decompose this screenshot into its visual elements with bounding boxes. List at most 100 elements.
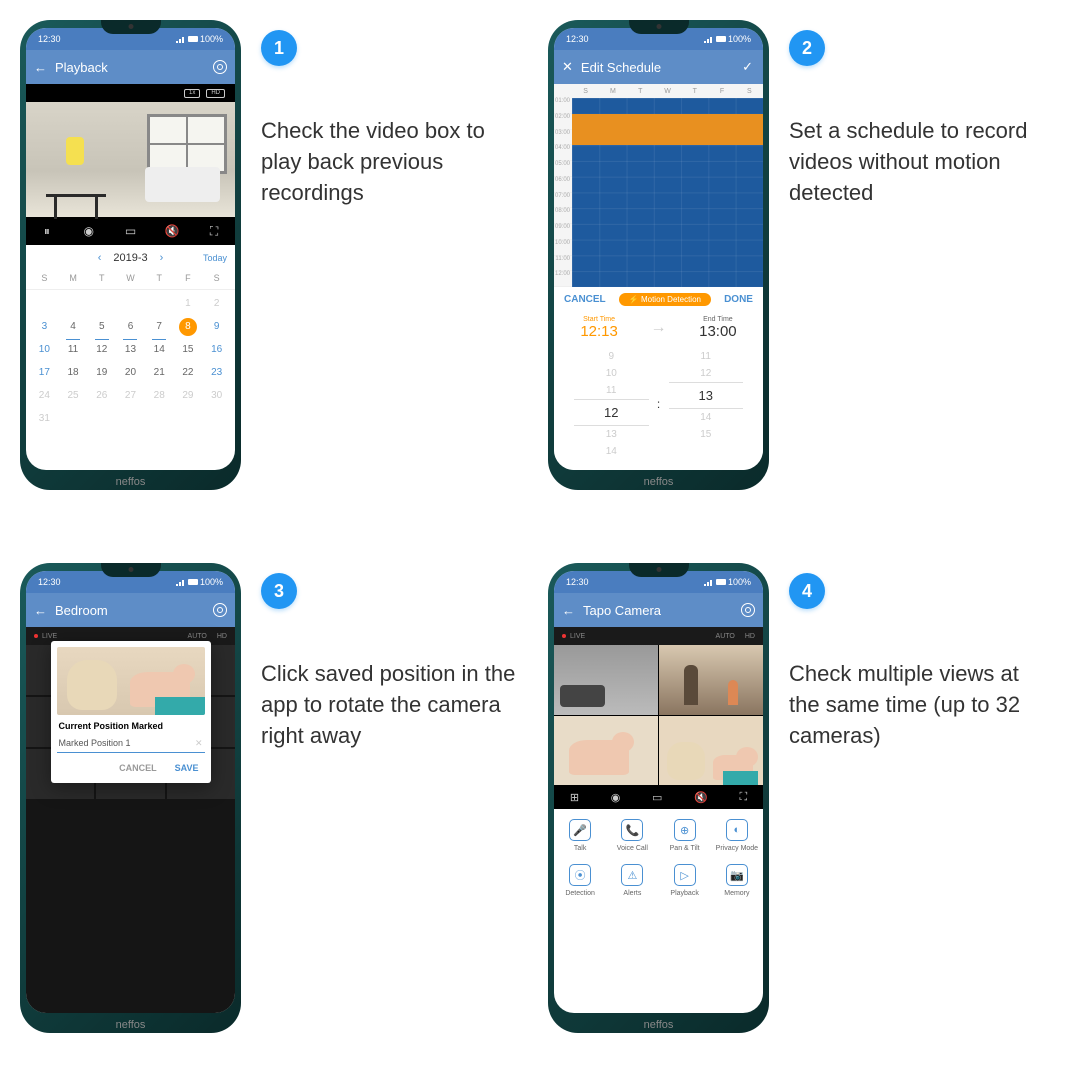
modal-cancel-button[interactable]: CANCEL — [119, 763, 157, 773]
camera-icon[interactable]: ◉ — [611, 791, 621, 804]
calendar-date[interactable]: 3 — [30, 315, 59, 338]
calendar-date[interactable] — [87, 292, 116, 315]
action-button-voice-call[interactable]: 📞Voice Call — [606, 819, 658, 852]
action-button-playback[interactable]: ▷Playback — [659, 864, 711, 897]
grid-icon[interactable]: ⊞ — [570, 791, 579, 804]
mute-icon[interactable]: 🔇 — [164, 224, 180, 238]
calendar-date[interactable]: 8 — [179, 318, 197, 336]
calendar-date[interactable] — [87, 407, 116, 430]
appbar-title: Tapo Camera — [583, 603, 733, 618]
action-button-talk[interactable]: 🎤Talk — [554, 819, 606, 852]
calendar-date[interactable]: 4 — [59, 315, 88, 338]
calendar-date[interactable]: 1 — [174, 292, 203, 315]
phone-mockup-3: 12:30 100% ← Bedroom LIVE AUTOHD Current… — [20, 563, 241, 1033]
action-button-privacy-mode[interactable]: ◐Privacy Mode — [711, 819, 763, 852]
calendar-date[interactable]: 21 — [145, 361, 174, 384]
position-name-field[interactable]: Marked Position 1✕ — [57, 735, 205, 753]
expand-icon[interactable]: ⛶ — [206, 224, 222, 239]
back-icon[interactable]: ← — [562, 603, 575, 618]
calendar-date[interactable]: 17 — [30, 361, 59, 384]
action-button-memory[interactable]: 📷Memory — [711, 864, 763, 897]
calendar-date[interactable]: 29 — [174, 384, 203, 407]
calendar-date[interactable] — [174, 407, 203, 430]
today-link[interactable]: Today — [203, 253, 227, 263]
calendar-date[interactable] — [59, 292, 88, 315]
record-icon[interactable]: ▭ — [652, 791, 662, 804]
calendar-date[interactable]: 30 — [202, 384, 231, 407]
calendar-date[interactable] — [145, 407, 174, 430]
calendar-date[interactable]: 12 — [87, 338, 116, 361]
camera-feed-1[interactable] — [554, 645, 658, 715]
calendar-date[interactable]: 9 — [202, 315, 231, 338]
auto-label[interactable]: AUTO — [716, 633, 735, 640]
gear-icon[interactable] — [741, 603, 755, 617]
camera-feed-2[interactable] — [659, 645, 763, 715]
back-icon[interactable]: ← — [34, 60, 47, 75]
done-button[interactable]: DONE — [724, 294, 753, 305]
pause-icon[interactable]: ⏸ — [39, 224, 55, 239]
calendar-date[interactable]: 6 — [116, 315, 145, 338]
calendar-date[interactable]: 18 — [59, 361, 88, 384]
calendar-date[interactable]: 25 — [59, 384, 88, 407]
video-thumbnail[interactable] — [26, 102, 235, 217]
calendar-date[interactable]: 20 — [116, 361, 145, 384]
check-icon[interactable]: ✓ — [742, 59, 753, 75]
next-month-icon[interactable]: › — [160, 252, 164, 264]
calendar-date[interactable] — [116, 407, 145, 430]
modal-save-button[interactable]: SAVE — [175, 763, 199, 773]
camera-feed-3[interactable] — [554, 716, 658, 786]
calendar-date[interactable]: 14 — [145, 338, 174, 361]
gear-icon[interactable] — [213, 60, 227, 74]
action-button-alerts[interactable]: ⚠Alerts — [606, 864, 658, 897]
calendar-date[interactable] — [59, 407, 88, 430]
hd-label[interactable]: HD — [217, 633, 227, 640]
calendar-date[interactable]: 19 — [87, 361, 116, 384]
calendar-date[interactable]: 22 — [174, 361, 203, 384]
calendar-date[interactable]: 7 — [145, 315, 174, 338]
calendar-date[interactable] — [30, 292, 59, 315]
calendar-date[interactable]: 2 — [202, 292, 231, 315]
calendar-date[interactable] — [202, 407, 231, 430]
calendar-date[interactable]: 24 — [30, 384, 59, 407]
calendar-date[interactable]: 28 — [145, 384, 174, 407]
record-icon[interactable]: ▭ — [122, 224, 138, 238]
picker-minutes[interactable]: 1112131415 — [669, 348, 744, 460]
cancel-button[interactable]: CANCEL — [564, 294, 606, 305]
camera-feed-4[interactable] — [659, 716, 763, 786]
auto-label[interactable]: AUTO — [188, 633, 207, 640]
calendar-date[interactable] — [116, 292, 145, 315]
calendar-date[interactable]: 5 — [87, 315, 116, 338]
camera-grid[interactable] — [554, 645, 763, 785]
calendar-date[interactable]: 15 — [174, 338, 203, 361]
calendar-date[interactable]: 16 — [202, 338, 231, 361]
schedule-grid[interactable] — [572, 98, 763, 287]
camera-icon[interactable]: ◉ — [81, 224, 97, 238]
calendar-date[interactable] — [145, 292, 174, 315]
calendar-date[interactable]: 31 — [30, 407, 59, 430]
picker-hours[interactable]: 91011121314 — [574, 348, 649, 460]
hd-label[interactable]: HD — [745, 633, 755, 640]
calendar-date[interactable]: 27 — [116, 384, 145, 407]
start-time[interactable]: Start Time 12:13 — [580, 316, 618, 340]
action-button-detection[interactable]: ⦿Detection — [554, 864, 606, 897]
close-icon[interactable]: ✕ — [562, 59, 573, 75]
calendar-date[interactable]: 10 — [30, 338, 59, 361]
calendar-date[interactable]: 23 — [202, 361, 231, 384]
calendar-month[interactable]: 2019-3 — [113, 252, 147, 264]
mute-icon[interactable]: 🔇 — [694, 791, 708, 804]
prev-month-icon[interactable]: ‹ — [98, 252, 102, 264]
expand-icon[interactable]: ⛶ — [739, 791, 747, 804]
video-controls: ⏸ ◉ ▭ 🔇 ⛶ — [26, 217, 235, 245]
motion-chip[interactable]: ⚡ Motion Detection — [619, 293, 711, 306]
action-button-pan-&-tilt[interactable]: ⊕Pan & Tilt — [659, 819, 711, 852]
end-time[interactable]: End Time 13:00 — [699, 316, 737, 340]
schedule-block[interactable] — [572, 114, 763, 146]
calendar-date[interactable]: 26 — [87, 384, 116, 407]
clear-icon[interactable]: ✕ — [195, 738, 203, 749]
speed-pill[interactable]: 1x — [184, 89, 200, 98]
back-icon[interactable]: ← — [34, 603, 47, 618]
calendar-date[interactable]: 13 — [116, 338, 145, 361]
calendar-date[interactable]: 11 — [59, 338, 88, 361]
gear-icon[interactable] — [213, 603, 227, 617]
hd-pill[interactable]: HD — [206, 89, 225, 98]
